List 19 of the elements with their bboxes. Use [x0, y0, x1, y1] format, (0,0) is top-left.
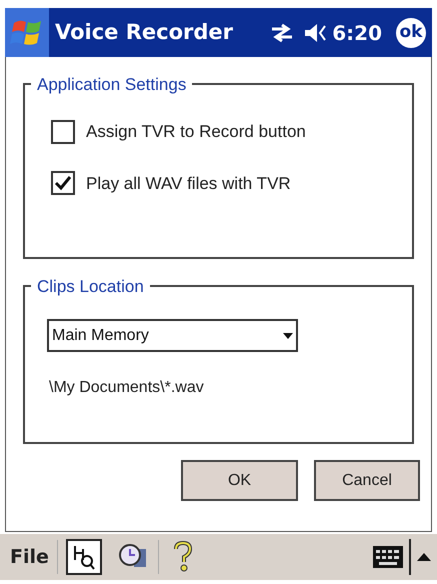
cancel-button[interactable]: Cancel: [314, 460, 420, 501]
clips-path: \My Documents\*.wav: [49, 378, 205, 398]
checkbox[interactable]: [51, 171, 75, 196]
help-icon[interactable]: [172, 541, 193, 573]
speaker-icon[interactable]: [304, 22, 328, 42]
keyboard-icon[interactable]: [373, 546, 403, 568]
checkbox-label: Assign TVR to Record button: [86, 121, 306, 143]
connectivity-icon[interactable]: [270, 22, 294, 42]
file-menu[interactable]: File: [10, 542, 49, 572]
ok-button[interactable]: ok: [396, 18, 426, 48]
checkbox[interactable]: [51, 120, 75, 144]
location-dropdown[interactable]: Main Memory: [47, 319, 298, 352]
hq-icon[interactable]: [66, 539, 102, 575]
expand-arrow-icon[interactable]: [417, 553, 431, 561]
checkbox-label: Play all WAV files with TVR: [86, 172, 291, 194]
ok-button[interactable]: OK: [181, 460, 298, 501]
dropdown-arrow-icon: [283, 332, 293, 338]
window-title: Voice Recorder: [55, 18, 234, 46]
clock-time[interactable]: 6:20: [332, 18, 382, 48]
